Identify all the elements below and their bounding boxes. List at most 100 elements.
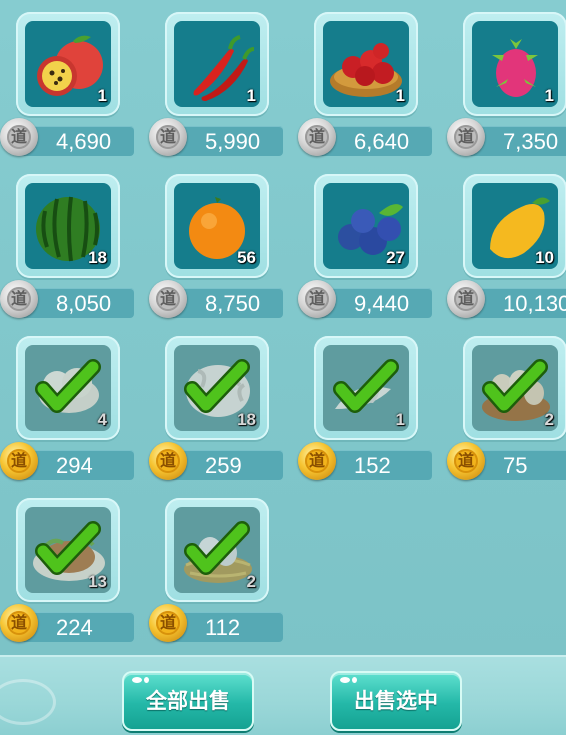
item-slot-chili[interactable]: 1 5,990 道: [149, 12, 283, 162]
item-tile-inner: 1: [174, 21, 260, 107]
gold-coin-icon: 道: [0, 604, 38, 642]
gold-coin-icon: 道: [0, 442, 38, 480]
item-slot-watermelon[interactable]: 18 8,050 道: [0, 174, 134, 324]
coin-glyph: 道: [156, 449, 180, 473]
coin-glyph: 道: [454, 449, 478, 473]
item-tile-inner: 1: [472, 21, 558, 107]
button-shine: [132, 677, 142, 683]
button-shine: [352, 677, 357, 683]
item-tile[interactable]: 1: [165, 12, 269, 116]
item-quantity: 18: [237, 410, 256, 429]
item-tile-inner: 13: [25, 507, 111, 593]
item-slot-orange[interactable]: 56 8,750 道: [149, 174, 283, 324]
item-quantity: 1: [395, 410, 405, 429]
item-quantity: 1: [97, 86, 107, 105]
item-tile-inner: 18: [174, 345, 260, 431]
item-price: 6,640: [354, 129, 410, 154]
item-tile[interactable]: 1: [16, 12, 120, 116]
item-quantity: 1: [544, 86, 554, 105]
item-quantity: 2: [544, 410, 554, 429]
silver-coin-icon: 道: [0, 280, 38, 318]
item-price: 224: [56, 615, 93, 640]
silver-coin-icon: 道: [298, 280, 336, 318]
item-price: 10,130: [503, 291, 566, 316]
item-slot-eggs[interactable]: 2 75 道: [447, 336, 566, 486]
item-slot-rambutan[interactable]: 1 6,640 道: [298, 12, 432, 162]
item-tile-inner: 2: [472, 345, 558, 431]
item-quantity: 1: [246, 86, 256, 105]
item-tile-inner: 1: [25, 21, 111, 107]
sell-all-button[interactable]: 全部出售: [122, 671, 254, 731]
item-tile-inner: 4: [25, 345, 111, 431]
item-price: 8,750: [205, 291, 261, 316]
item-slot-dragon-fruit[interactable]: 1 7,350 道: [447, 12, 566, 162]
item-slot-nest-eggs[interactable]: 2 112 道: [149, 498, 283, 648]
coin-glyph: 道: [305, 449, 329, 473]
silver-coin-icon: 道: [149, 118, 187, 156]
button-shine: [144, 677, 149, 683]
item-slot-blueberry[interactable]: 27 9,440 道: [298, 174, 432, 324]
item-price: 294: [56, 453, 93, 478]
silver-coin-icon: 道: [149, 280, 187, 318]
item-tile[interactable]: 1: [314, 336, 418, 440]
item-tile[interactable]: 10: [463, 174, 566, 278]
item-slot-feathers[interactable]: 1 152 道: [298, 336, 432, 486]
item-price: 5,990: [205, 129, 261, 154]
item-tile[interactable]: 27: [314, 174, 418, 278]
item-quantity: 18: [88, 248, 107, 267]
item-tile-inner: 1: [323, 21, 409, 107]
item-tile[interactable]: 18: [165, 336, 269, 440]
silver-coin-icon: 道: [447, 280, 485, 318]
silver-coin-icon: 道: [298, 118, 336, 156]
item-tile-inner: 27: [323, 183, 409, 269]
item-quantity: 10: [535, 248, 554, 267]
item-tile-inner: 10: [472, 183, 558, 269]
item-slot-dish[interactable]: 13 224 道: [0, 498, 134, 648]
item-slot-mango[interactable]: 10 10,130 道: [447, 174, 566, 324]
coin-glyph: 道: [7, 449, 31, 473]
item-price: 7,350: [503, 129, 559, 154]
item-price: 75: [503, 453, 528, 478]
item-quantity: 56: [237, 248, 256, 267]
item-tile-inner: 1: [323, 345, 409, 431]
item-quantity: 1: [395, 86, 405, 105]
silver-coin-icon: 道: [0, 118, 38, 156]
item-quantity: 4: [97, 410, 107, 429]
item-quantity: 2: [246, 572, 256, 591]
coin-glyph: 道: [454, 125, 478, 149]
item-tile-inner: 2: [174, 507, 260, 593]
gold-coin-icon: 道: [149, 604, 187, 642]
item-price: 9,440: [354, 291, 410, 316]
gold-coin-icon: 道: [298, 442, 336, 480]
item-slot-passion-fruit[interactable]: 1 4,690 道: [0, 12, 134, 162]
coin-glyph: 道: [156, 287, 180, 311]
item-tile[interactable]: 1: [463, 12, 566, 116]
item-price: 112: [205, 615, 241, 640]
item-tile[interactable]: 56: [165, 174, 269, 278]
item-slot-cotton[interactable]: 4 294 道: [0, 336, 134, 486]
item-tile[interactable]: 2: [165, 498, 269, 602]
item-quantity: 13: [88, 572, 107, 591]
item-tile[interactable]: 4: [16, 336, 120, 440]
sell-selected-button[interactable]: 出售选中: [330, 671, 462, 731]
item-quantity: 27: [386, 248, 405, 267]
button-shine: [340, 677, 350, 683]
silver-coin-icon: 道: [447, 118, 485, 156]
item-slot-wool[interactable]: 18 259 道: [149, 336, 283, 486]
sell-all-label: 全部出售: [146, 689, 230, 713]
item-tile[interactable]: 1: [314, 12, 418, 116]
item-tile[interactable]: 13: [16, 498, 120, 602]
item-price: 8,050: [56, 291, 112, 316]
coin-glyph: 道: [454, 287, 478, 311]
item-tile[interactable]: 2: [463, 336, 566, 440]
sell-selected-label: 出售选中: [354, 689, 438, 713]
coin-glyph: 道: [305, 125, 329, 149]
decorative-swirl: [0, 679, 56, 725]
item-price: 4,690: [56, 129, 112, 154]
item-price: 259: [205, 453, 242, 478]
gold-coin-icon: 道: [447, 442, 485, 480]
coin-glyph: 道: [7, 125, 31, 149]
item-tile[interactable]: 18: [16, 174, 120, 278]
footer-bar: [0, 655, 566, 735]
coin-glyph: 道: [156, 611, 180, 635]
